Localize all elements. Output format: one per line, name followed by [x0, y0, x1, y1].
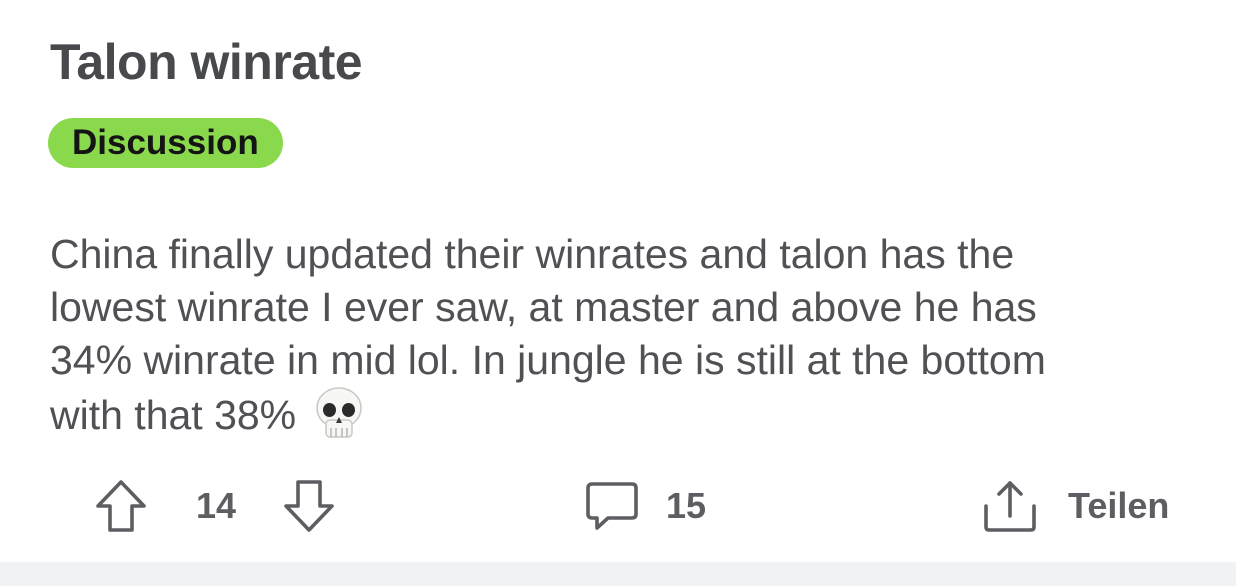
share-label: Teilen: [1068, 485, 1170, 526]
vote-bar: 14: [94, 478, 336, 534]
post-body: China finally updated their winrates and…: [50, 228, 1200, 440]
post-body-line: with that 38%: [50, 387, 1200, 440]
vote-count: 14: [196, 485, 237, 526]
arrow-down-icon[interactable]: [282, 478, 336, 534]
skull-emoji-icon: [314, 387, 364, 443]
share-upload-icon: [982, 478, 1038, 534]
flair-badge[interactable]: Discussion: [48, 118, 283, 168]
speech-bubble-icon: [584, 478, 640, 534]
feed-divider: [0, 562, 1236, 586]
post-body-line: lowest winrate I ever saw, at master and…: [50, 284, 1037, 330]
post-title[interactable]: Talon winrate: [50, 32, 363, 92]
comment-count: 15: [666, 485, 707, 526]
comment-button[interactable]: 15: [584, 478, 706, 534]
post-body-line-text: with that 38%: [50, 392, 297, 438]
post-body-line: China finally updated their winrates and…: [50, 231, 1015, 277]
share-button[interactable]: Teilen: [982, 478, 1169, 534]
post-body-line: 34% winrate in mid lol. In jungle he is …: [50, 337, 1046, 383]
arrow-up-icon[interactable]: [94, 478, 148, 534]
post-card[interactable]: Talon winrate Discussion China finally u…: [0, 0, 1236, 562]
